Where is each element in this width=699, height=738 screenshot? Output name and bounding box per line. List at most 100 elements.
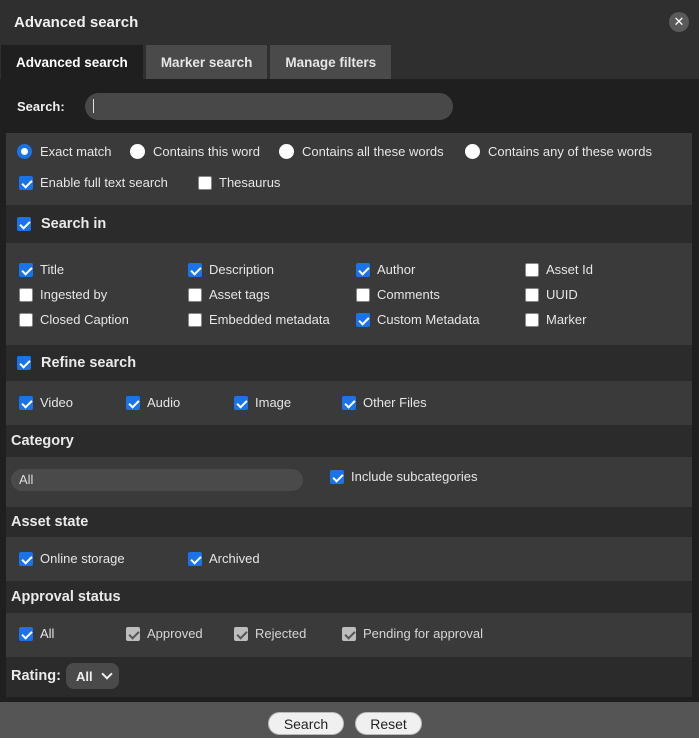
include-subcategories-label: Include subcategories — [351, 469, 478, 484]
checkbox-checked-icon[interactable] — [188, 551, 202, 566]
refine-header: Refine search — [6, 345, 692, 381]
field-title[interactable]: Title — [19, 262, 64, 277]
close-icon[interactable]: ✕ — [669, 12, 689, 32]
checkbox-checked-icon[interactable] — [342, 395, 356, 410]
approval-label: All — [40, 626, 55, 641]
approval-all[interactable]: All — [19, 626, 54, 641]
checkbox-icon[interactable] — [356, 287, 370, 302]
field-closed-caption[interactable]: Closed Caption — [19, 312, 129, 327]
checkbox-checked-icon[interactable] — [19, 626, 33, 641]
type-label: Audio — [147, 395, 181, 410]
rating-label: Rating: — [11, 668, 61, 684]
match-options-panel: Exact match Contains this word Contains … — [6, 133, 692, 205]
field-custom-metadata[interactable]: Custom Metadata — [356, 312, 480, 327]
checkbox-icon[interactable] — [525, 262, 539, 277]
category-body: All Include subcategories — [6, 457, 692, 507]
approval-body: All Approved Rejected Pending for approv… — [6, 613, 692, 657]
checkbox-checked-icon[interactable] — [126, 395, 140, 410]
field-label: Comments — [377, 287, 440, 302]
field-label: Description — [209, 262, 275, 277]
dialog-footer: Search Reset — [0, 702, 699, 738]
checkbox-icon[interactable] — [525, 312, 539, 327]
checkbox-disabled-icon — [234, 626, 248, 641]
checkbox-checked-icon[interactable] — [356, 312, 370, 327]
category-header: Category — [6, 425, 692, 457]
field-asset-id[interactable]: Asset Id — [525, 262, 593, 277]
checkbox-checked-icon[interactable] — [234, 395, 248, 410]
field-label: Asset tags — [209, 287, 270, 302]
checkbox-icon[interactable] — [198, 175, 212, 190]
checkbox-icon[interactable] — [19, 287, 33, 302]
checkbox-checked-icon[interactable] — [330, 469, 344, 484]
radio-icon[interactable] — [279, 144, 294, 159]
match-option-label: Contains all these words — [302, 144, 444, 159]
asset-state-body: Online storage Archived — [6, 537, 692, 581]
category-select[interactable]: All — [11, 469, 303, 491]
state-label: Online storage — [40, 551, 125, 566]
checkbox-checked-icon[interactable] — [19, 262, 33, 277]
match-option-label: Contains this word — [153, 144, 260, 159]
type-video[interactable]: Video — [19, 395, 73, 410]
radio-selected-icon[interactable] — [17, 144, 32, 159]
search-input[interactable] — [85, 92, 453, 120]
rating-select[interactable]: All — [65, 663, 119, 689]
type-image[interactable]: Image — [234, 395, 291, 410]
include-subcategories[interactable]: Include subcategories — [330, 469, 477, 484]
checkbox-checked-icon[interactable] — [17, 356, 31, 370]
checkbox-disabled-icon — [342, 626, 356, 641]
reset-button[interactable]: Reset — [355, 712, 422, 735]
tab-marker-search[interactable]: Marker search — [145, 45, 268, 79]
checkbox-icon[interactable] — [19, 312, 33, 327]
checkbox-icon[interactable] — [525, 287, 539, 302]
refine-toggle[interactable]: Refine search — [17, 355, 136, 371]
tab-manage-filters[interactable]: Manage filters — [270, 45, 392, 79]
state-online-storage[interactable]: Online storage — [19, 551, 125, 566]
field-label: Title — [40, 262, 65, 277]
field-description[interactable]: Description — [188, 262, 274, 277]
advanced-search-dialog: Advanced search ✕ Advanced search Marker… — [0, 0, 699, 738]
full-text-checkbox[interactable]: Enable full text search — [19, 175, 168, 190]
checkbox-icon[interactable] — [188, 312, 202, 327]
field-label: UUID — [546, 287, 578, 302]
thesaurus-checkbox[interactable]: Thesaurus — [198, 175, 280, 190]
rating-value: All — [75, 668, 93, 684]
search-in-toggle[interactable]: Search in — [17, 216, 106, 232]
checkbox-checked-icon[interactable] — [19, 395, 33, 410]
checkbox-checked-icon[interactable] — [356, 262, 370, 277]
tab-advanced-search[interactable]: Advanced search — [1, 45, 143, 79]
checkbox-checked-icon[interactable] — [188, 262, 202, 277]
match-contains-all[interactable]: Contains all these words — [279, 144, 444, 159]
full-text-label: Enable full text search — [40, 175, 168, 190]
field-label: Embedded metadata — [209, 312, 330, 327]
checkbox-checked-icon[interactable] — [17, 217, 31, 231]
radio-icon[interactable] — [465, 144, 480, 159]
checkbox-checked-icon[interactable] — [19, 551, 33, 566]
search-in-title: Search in — [41, 216, 107, 232]
match-exact[interactable]: Exact match — [17, 144, 112, 159]
type-other-files[interactable]: Other Files — [342, 395, 427, 410]
asset-state-header: Asset state — [6, 507, 692, 537]
field-comments[interactable]: Comments — [356, 287, 440, 302]
search-button[interactable]: Search — [268, 712, 344, 735]
radio-icon[interactable] — [130, 144, 145, 159]
field-author[interactable]: Author — [356, 262, 415, 277]
match-contains-any[interactable]: Contains any of these words — [465, 144, 652, 159]
type-audio[interactable]: Audio — [126, 395, 180, 410]
approval-title: Approval status — [11, 589, 121, 605]
field-embedded-metadata[interactable]: Embedded metadata — [188, 312, 330, 327]
text-caret — [93, 98, 94, 113]
field-marker[interactable]: Marker — [525, 312, 586, 327]
checkbox-checked-icon[interactable] — [19, 175, 33, 190]
field-asset-tags[interactable]: Asset tags — [188, 287, 270, 302]
state-archived[interactable]: Archived — [188, 551, 260, 566]
field-label: Ingested by — [40, 287, 108, 302]
checkbox-icon[interactable] — [188, 287, 202, 302]
refine-options: Video Audio Image Other Files — [6, 381, 692, 425]
match-option-label: Exact match — [40, 144, 112, 159]
dialog-titlebar: Advanced search ✕ — [0, 0, 699, 44]
match-contains-word[interactable]: Contains this word — [130, 144, 260, 159]
field-uuid[interactable]: UUID — [525, 287, 578, 302]
approval-pending: Pending for approval — [342, 626, 483, 641]
field-ingested-by[interactable]: Ingested by — [19, 287, 107, 302]
approval-label: Approved — [147, 626, 203, 641]
